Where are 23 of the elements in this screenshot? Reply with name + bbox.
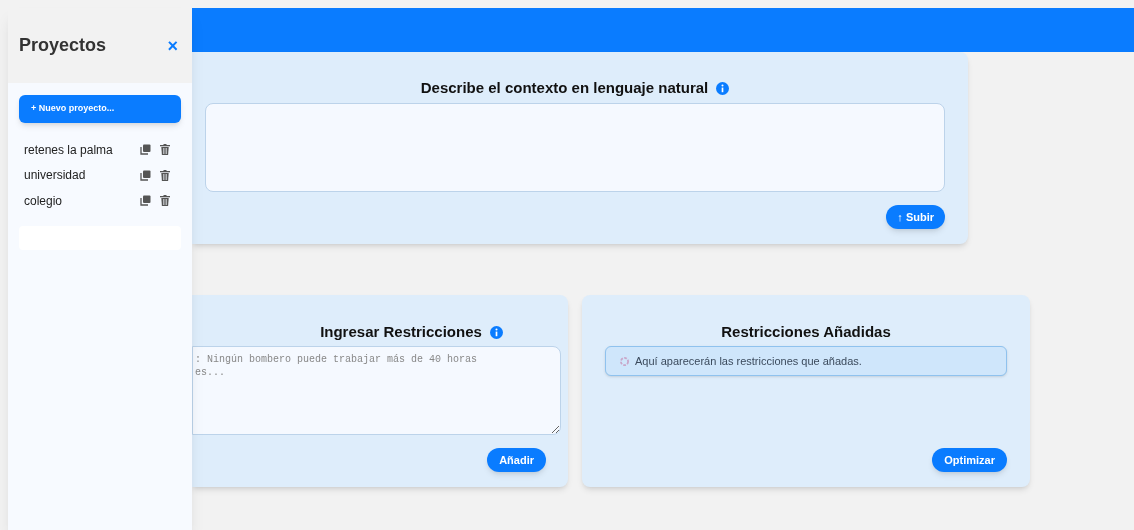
copy-icon[interactable]: [140, 169, 151, 181]
info-icon: [489, 325, 503, 339]
trash-icon[interactable]: [160, 144, 170, 156]
add-button[interactable]: Añadir: [487, 448, 546, 472]
context-input[interactable]: [205, 103, 945, 192]
restriction-input[interactable]: : Ningún bombero puede trabajar más de 40 horas es...: [192, 346, 561, 435]
notice-text: Aquí aparecerán las restricciones que añadas.: [635, 353, 862, 369]
copy-icon[interactable]: [140, 144, 151, 156]
trash-icon[interactable]: [160, 169, 170, 181]
card-title: Describe el contexto en lenguaje natural: [420, 77, 709, 98]
optimize-button[interactable]: Optimizar: [932, 448, 1007, 472]
new-project-button[interactable]: + Nuevo proyecto...: [19, 95, 181, 123]
project-item[interactable]: universidad: [24, 166, 140, 185]
sidebar-title: Proyectos: [19, 34, 107, 57]
project-item[interactable]: colegio: [24, 191, 140, 210]
info-icon: [716, 81, 730, 95]
copy-icon[interactable]: [140, 195, 151, 207]
upload-button[interactable]: ↑ Subir: [886, 205, 945, 229]
card-title: Ingresar Restricciones: [320, 321, 482, 342]
card-title: Restricciones Añadidas: [721, 321, 891, 342]
trash-icon[interactable]: [160, 195, 170, 207]
close-button[interactable]: ×: [167, 36, 178, 55]
project-item[interactable]: retenes la palma: [24, 140, 140, 159]
